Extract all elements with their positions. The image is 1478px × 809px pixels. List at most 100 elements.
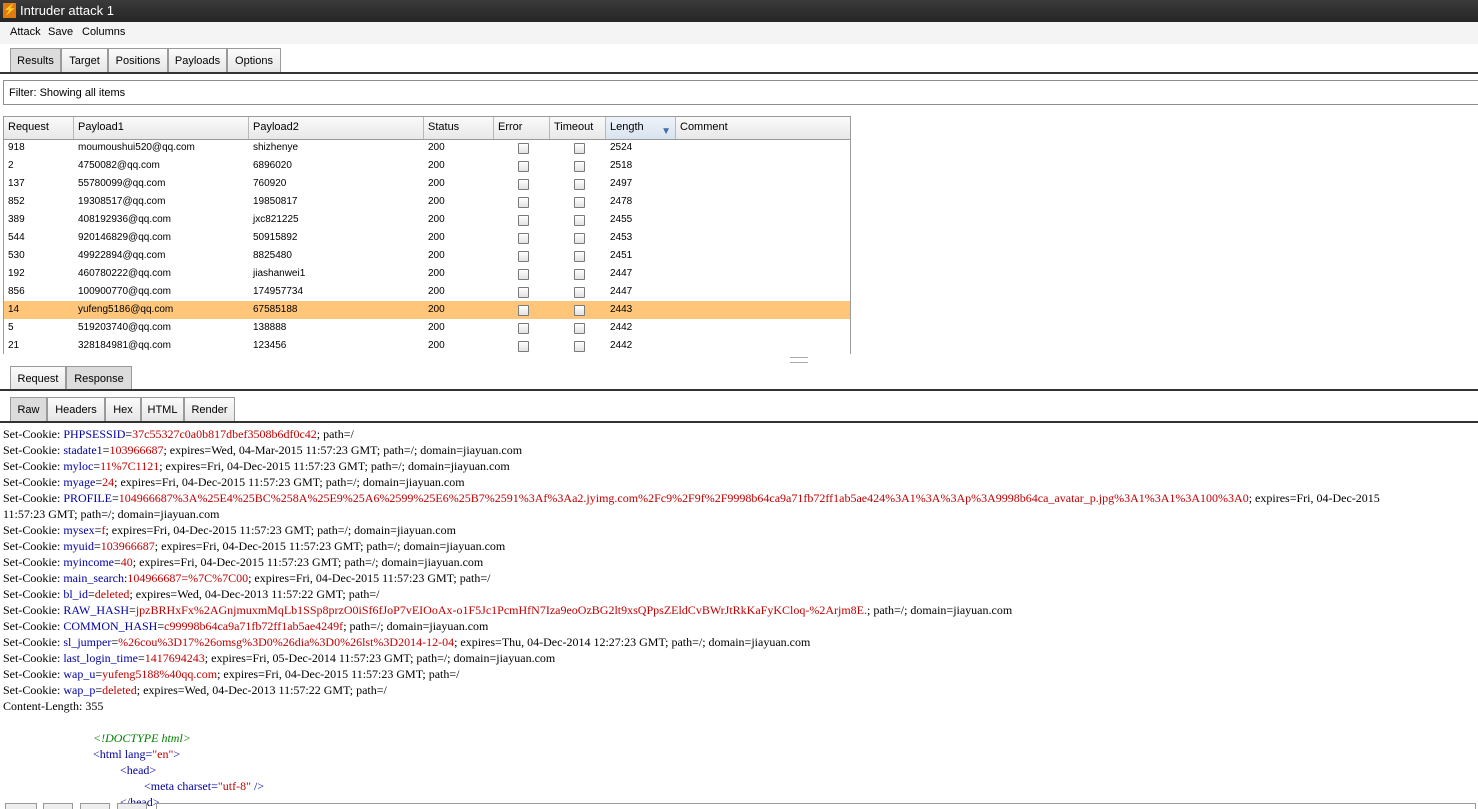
response-raw-text[interactable]: Set-Cookie: PHPSESSID = 37c55327c0a0b817db… <box>3 426 1478 806</box>
table-row[interactable]: 856 100900770@qq.com 174957734 200 2447 <box>4 283 850 301</box>
cell-payload2: 50915892 <box>253 232 298 243</box>
cell-payload2: 67585188 <box>253 304 298 315</box>
menu-attack[interactable]: Attack <box>10 26 41 38</box>
col-status[interactable]: Status <box>424 117 494 139</box>
col-request[interactable]: Request <box>4 117 74 139</box>
col-payload2[interactable]: Payload2 <box>249 117 424 139</box>
filter-bar[interactable]: Filter: Showing all items <box>3 80 1478 105</box>
tab-hex[interactable]: Hex <box>105 397 141 421</box>
search-input[interactable] <box>156 803 1476 809</box>
menu-save[interactable]: Save <box>48 26 73 38</box>
tab-raw[interactable]: Raw <box>10 397 47 421</box>
response-token: > <box>173 747 181 761</box>
error-checkbox[interactable] <box>518 287 529 298</box>
response-token: "utf-8" <box>217 779 251 793</box>
table-row[interactable]: 918 moumoushui520@qq.com shizhenye 200 2524 <box>4 139 850 157</box>
error-checkbox[interactable] <box>518 215 529 226</box>
timeout-checkbox[interactable] <box>574 341 585 352</box>
error-checkbox[interactable] <box>518 161 529 172</box>
col-payload1[interactable]: Payload1 <box>74 117 249 139</box>
table-row[interactable]: 137 55780099@qq.com 760920 200 2497 <box>4 175 850 193</box>
table-row[interactable]: 5 519203740@qq.com 138888 200 2442 <box>4 319 850 337</box>
next-button[interactable] <box>117 803 147 809</box>
response-token: Set-Cookie: <box>3 427 64 441</box>
cell-payload1: yufeng5186@qq.com <box>78 304 174 315</box>
error-checkbox[interactable] <box>518 179 529 190</box>
error-checkbox[interactable] <box>518 143 529 154</box>
col-timeout[interactable]: Timeout <box>550 117 606 139</box>
cell-request: 918 <box>8 142 25 153</box>
col-comment[interactable]: Comment <box>676 117 850 139</box>
table-row[interactable]: 544 920146829@qq.com 50915892 200 2453 <box>4 229 850 247</box>
cell-status: 200 <box>428 160 445 171</box>
timeout-checkbox[interactable] <box>574 197 585 208</box>
error-checkbox[interactable] <box>518 197 529 208</box>
response-token: 104966687%3A%25E4%25BC%258A%25E9%25A6%25… <box>118 491 1249 505</box>
table-row[interactable]: 2 4750082@qq.com 6896020 200 2518 <box>4 157 850 175</box>
table-row[interactable]: 192 460780222@qq.com jiashanwei1 200 2447 <box>4 265 850 283</box>
table-row[interactable]: 14 yufeng5186@qq.com 67585188 200 2443 <box>4 301 850 319</box>
response-token: ; expires=Wed, 04-Dec-2013 11:57:22 GMT;… <box>136 683 387 697</box>
response-token: wap_p <box>63 683 96 697</box>
tab-results[interactable]: Results <box>10 48 61 72</box>
cell-payload1: 460780222@qq.com <box>78 268 171 279</box>
timeout-checkbox[interactable] <box>574 251 585 262</box>
tab-html[interactable]: HTML <box>141 397 184 421</box>
response-token: Set-Cookie: <box>3 491 64 505</box>
response-token: ; expires=Fri, 04-Dec-2015 11:57:23 GMT;… <box>114 475 465 489</box>
response-token <box>3 779 144 793</box>
response-token: = <box>129 603 136 617</box>
cell-payload1: 100900770@qq.com <box>78 286 171 297</box>
response-token: /> <box>250 779 265 793</box>
timeout-checkbox[interactable] <box>574 143 585 154</box>
timeout-checkbox[interactable] <box>574 305 585 316</box>
response-token: = <box>88 587 95 601</box>
table-row[interactable]: 530 49922894@qq.com 8825480 200 2451 <box>4 247 850 265</box>
timeout-checkbox[interactable] <box>574 269 585 280</box>
response-line <box>3 714 1478 730</box>
error-checkbox[interactable] <box>518 323 529 334</box>
cell-payload2: 138888 <box>253 322 287 333</box>
help-button[interactable] <box>5 803 37 809</box>
timeout-checkbox[interactable] <box>574 179 585 190</box>
response-token: ; expires=Fri, 04-Dec-2015 11:57:23 GMT;… <box>105 523 456 537</box>
error-checkbox[interactable] <box>518 269 529 280</box>
tab-options[interactable]: Options <box>227 48 281 72</box>
tab-headers[interactable]: Headers <box>47 397 105 421</box>
error-checkbox[interactable] <box>518 251 529 262</box>
split-pane-handle[interactable] <box>790 357 808 363</box>
add-button[interactable] <box>80 803 110 809</box>
response-token: 103966687 <box>109 443 164 457</box>
response-token: ; expires=Wed, 04-Mar-2015 11:57:23 GMT;… <box>163 443 523 457</box>
response-token: c99998b64ca9a71fb72ff1ab5ae4249f <box>164 619 344 633</box>
timeout-checkbox[interactable] <box>574 215 585 226</box>
error-checkbox[interactable] <box>518 305 529 316</box>
table-row[interactable]: 389 408192936@qq.com jxc821225 200 2455 <box>4 211 850 229</box>
response-token: Set-Cookie: <box>3 635 64 649</box>
timeout-checkbox[interactable] <box>574 161 585 172</box>
cell-payload2: 8825480 <box>253 250 292 261</box>
cell-status: 200 <box>428 268 445 279</box>
timeout-checkbox[interactable] <box>574 323 585 334</box>
tab-payloads[interactable]: Payloads <box>168 48 227 72</box>
tab-request[interactable]: Request <box>10 366 66 390</box>
menu-columns[interactable]: Columns <box>82 26 125 38</box>
response-line: Set-Cookie: sl_jumper=%26cou%3D17%26omsg… <box>3 634 1478 650</box>
error-checkbox[interactable] <box>518 233 529 244</box>
col-error[interactable]: Error <box>494 117 550 139</box>
tab-render[interactable]: Render <box>184 397 235 421</box>
error-checkbox[interactable] <box>518 341 529 352</box>
table-row[interactable]: 852 19308517@qq.com 19850817 200 2478 <box>4 193 850 211</box>
tab-response[interactable]: Response <box>66 366 132 390</box>
tab-target[interactable]: Target <box>61 48 108 72</box>
response-token: ; expires=Fri, 04-Dec-2015 11:57:23 GMT;… <box>159 459 510 473</box>
timeout-checkbox[interactable] <box>574 233 585 244</box>
timeout-checkbox[interactable] <box>574 287 585 298</box>
tab-positions[interactable]: Positions <box>108 48 168 72</box>
response-token: = <box>113 555 121 569</box>
col-length[interactable]: Length ▼ <box>606 117 676 139</box>
prev-button[interactable] <box>43 803 73 809</box>
response-token: Set-Cookie: <box>3 443 64 457</box>
table-row[interactable]: 21 328184981@qq.com 123456 200 2442 <box>4 337 850 354</box>
response-token <box>3 763 120 777</box>
